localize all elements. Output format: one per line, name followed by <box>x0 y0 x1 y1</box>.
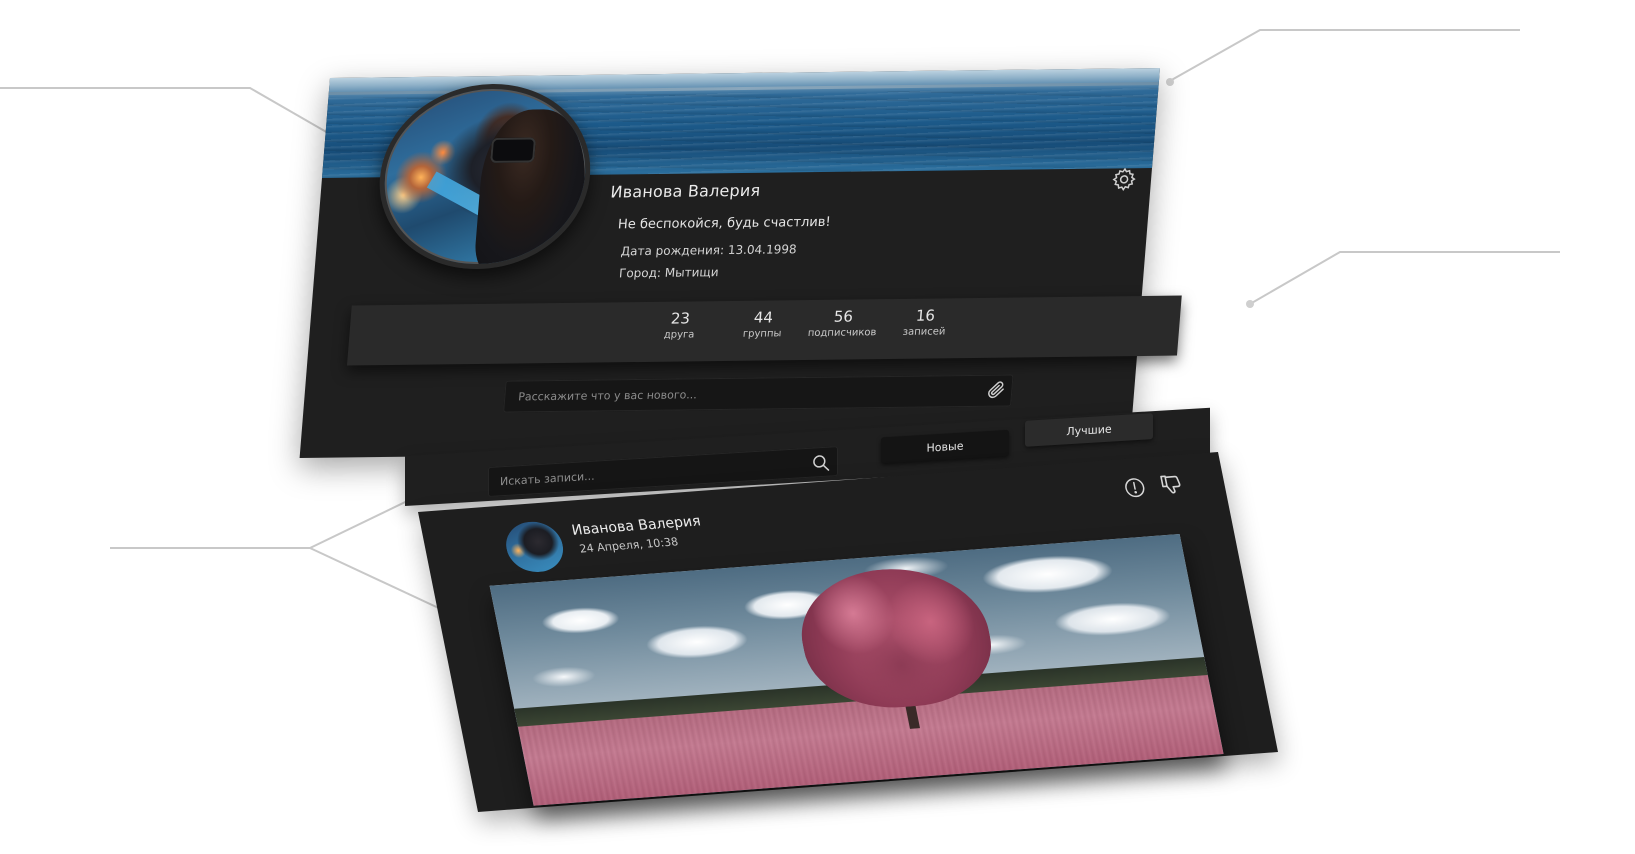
stat-friends[interactable]: 23 друга <box>649 309 711 341</box>
stats-bar: 23 друга 44 группы 56 подписчиков 16 зап… <box>346 295 1182 366</box>
gear-icon[interactable] <box>1110 166 1138 192</box>
post-card: Иванова Валерия 24 Апреля, 10:38 <box>418 452 1278 812</box>
stat-followers[interactable]: 56 подписчиков <box>797 307 889 339</box>
avatar-figure <box>472 108 591 271</box>
stat-posts-label: записей <box>902 326 946 338</box>
search-icon[interactable] <box>811 452 831 473</box>
filter-best-button[interactable]: Лучшие <box>1025 413 1153 447</box>
profile-city: Город: Мытищи <box>618 265 720 281</box>
stat-friends-value: 23 <box>670 309 691 328</box>
leader-line-cover <box>1167 29 1520 83</box>
new-post-input[interactable] <box>503 374 1014 413</box>
stat-followers-label: подписчиков <box>807 327 877 340</box>
leader-line-avatar <box>0 87 376 161</box>
thumbs-down-icon[interactable] <box>1157 471 1186 497</box>
post-date: 24 Апреля, 10:38 <box>578 535 680 556</box>
profile-birth-date: Дата рождения: 13.04.1998 <box>620 242 798 259</box>
stat-friends-label: друга <box>663 329 695 341</box>
paperclip-icon[interactable] <box>986 380 1008 400</box>
profile-name: Иванова Валерия <box>609 180 762 202</box>
leader-dot-stats <box>1246 300 1254 308</box>
filter-new-button[interactable]: Новые <box>881 429 1009 464</box>
stat-posts[interactable]: 16 записей <box>894 306 956 338</box>
stat-groups-label: группы <box>742 328 782 340</box>
post-image[interactable] <box>489 534 1224 806</box>
post-author-avatar[interactable] <box>501 519 568 574</box>
leader-line-stats <box>1249 251 1560 305</box>
stat-followers-value: 56 <box>833 307 854 326</box>
profile-card: Иванова Валерия Не беспокойся, будь счас… <box>299 68 1182 458</box>
avatar-camera <box>490 137 537 163</box>
stat-posts-value: 16 <box>915 306 936 325</box>
stat-groups[interactable]: 44 группы <box>732 308 794 340</box>
exclamation-circle-icon[interactable] <box>1122 476 1148 500</box>
stat-groups-value: 44 <box>753 308 774 327</box>
mockup-scene: Иванова Валерия Не беспокойся, будь счас… <box>0 0 1635 854</box>
leader-dot-cover <box>1166 78 1174 86</box>
post-author-name[interactable]: Иванова Валерия <box>570 513 702 539</box>
profile-status: Не беспокойся, будь счастлив! <box>617 214 832 233</box>
